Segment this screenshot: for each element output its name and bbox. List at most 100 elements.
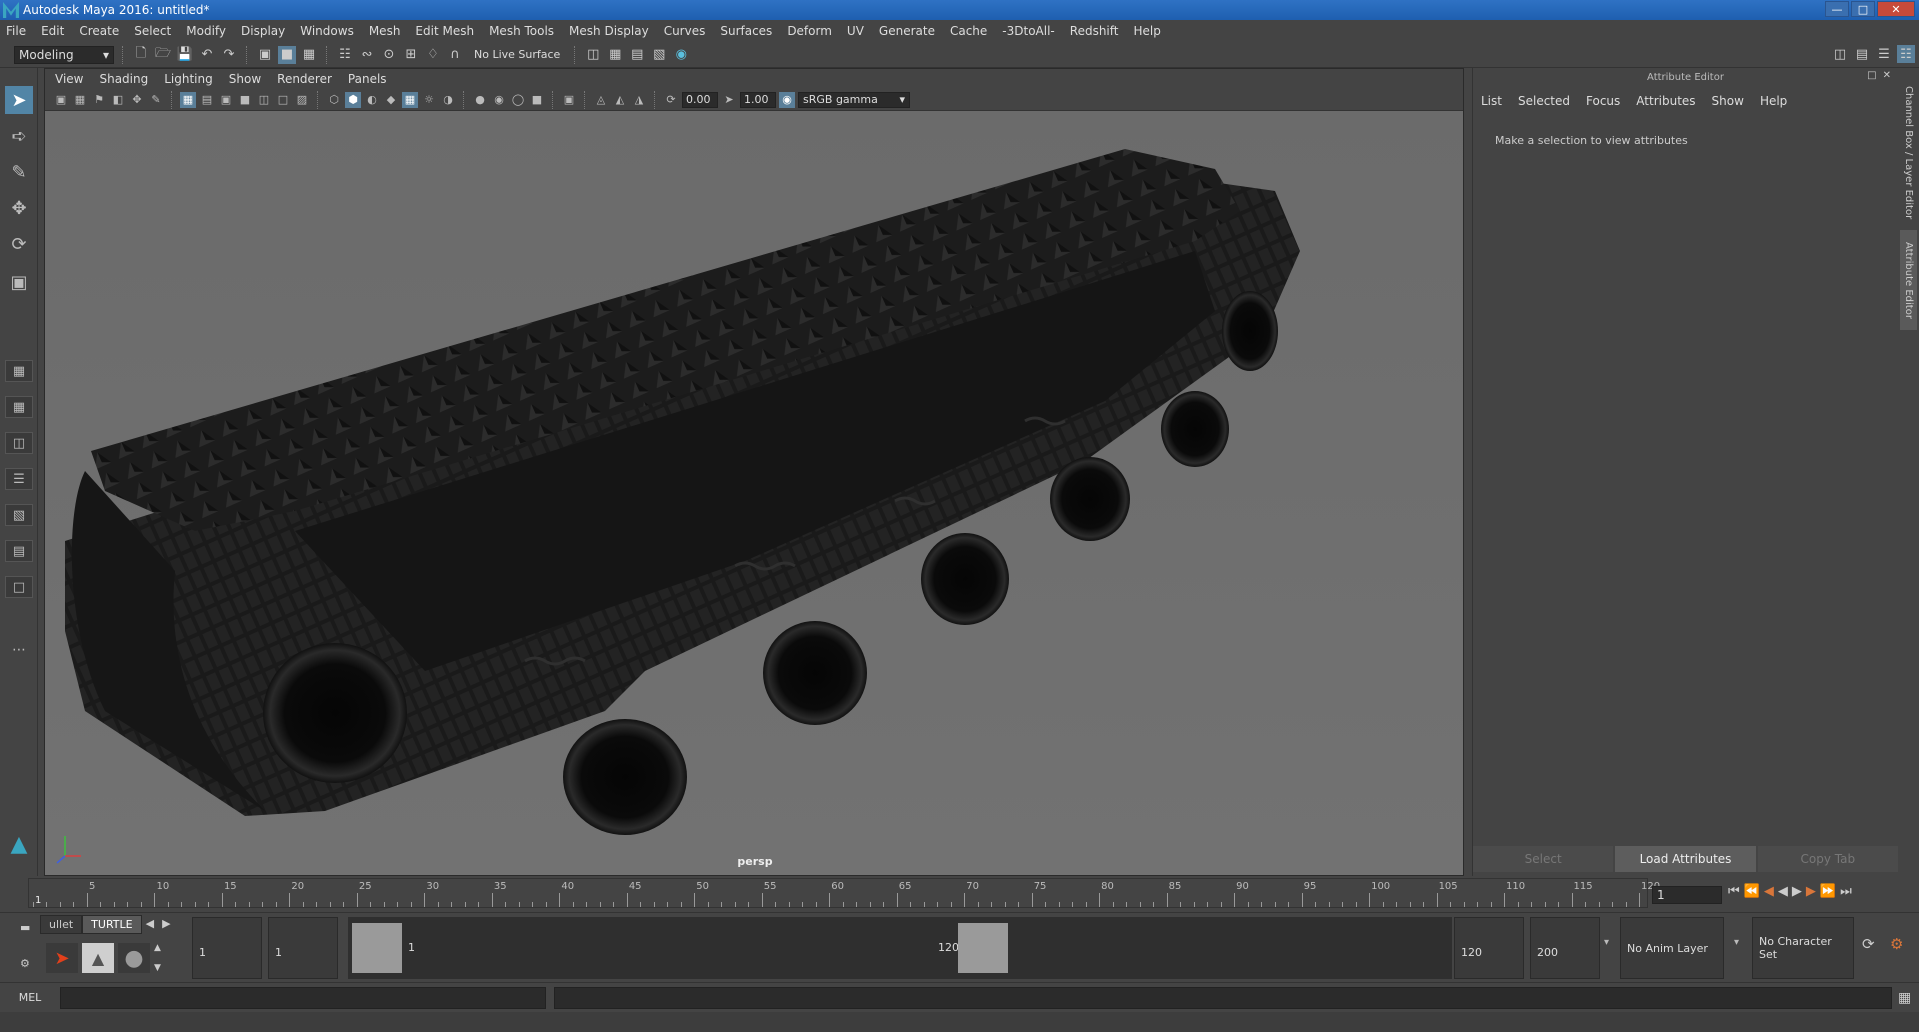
anti-aliasing-icon[interactable]: ◯ <box>510 92 526 108</box>
snap-curve-icon[interactable]: ∾ <box>358 46 376 64</box>
image-plane-icon[interactable]: ◧ <box>110 92 126 108</box>
chevron-down-icon[interactable]: ▾ <box>1734 937 1739 948</box>
turtle-render-icon[interactable]: ➤ <box>46 943 78 973</box>
vp-menu-lighting[interactable]: Lighting <box>164 72 213 86</box>
step-back-frame-icon[interactable]: ◀ <box>1764 884 1774 899</box>
shelf-settings-icon[interactable]: ⚙ <box>20 957 30 970</box>
field-chart-icon[interactable]: ◫ <box>256 92 272 108</box>
modeling-toolkit-icon[interactable]: ◫ <box>1831 45 1849 63</box>
menu-mesh[interactable]: Mesh <box>369 24 401 38</box>
3d-scene[interactable] <box>45 111 1464 876</box>
vp-menu-view[interactable]: View <box>55 72 83 86</box>
load-attributes-button[interactable]: Load Attributes <box>1615 846 1756 872</box>
film-gate-icon[interactable]: ▤ <box>199 92 215 108</box>
outliner-layout-icon[interactable]: □ <box>5 576 33 598</box>
lasso-tool-icon[interactable]: ➪ <box>5 122 33 150</box>
menu-mesh-display[interactable]: Mesh Display <box>569 24 649 38</box>
maximize-button[interactable]: □ <box>1851 1 1875 17</box>
grease-pencil-icon[interactable]: ✎ <box>148 92 164 108</box>
shelf-scroll-up-icon[interactable]: ▲ <box>154 943 164 953</box>
menu-redshift[interactable]: Redshift <box>1070 24 1119 38</box>
gate-mask-icon[interactable]: ■ <box>237 92 253 108</box>
range-start-handle[interactable] <box>352 923 402 973</box>
menu-cache[interactable]: Cache <box>950 24 987 38</box>
close-panel-icon[interactable]: ✕ <box>1883 70 1891 81</box>
safe-title-icon[interactable]: ▨ <box>294 92 310 108</box>
animation-preferences-icon[interactable]: ⚙ <box>1890 935 1903 953</box>
gamma-field[interactable]: 1.00 <box>740 91 776 108</box>
redo-icon[interactable]: ↷ <box>220 46 238 64</box>
shelf-scroll-down-icon[interactable]: ▼ <box>154 963 164 973</box>
animation-start-field[interactable]: 1 <box>192 917 262 979</box>
select-button[interactable]: Select <box>1473 846 1614 872</box>
select-hierarchy-icon[interactable]: ▣ <box>256 46 274 64</box>
2d-pan-zoom-icon[interactable]: ✥ <box>129 92 145 108</box>
channel-box-icon[interactable]: ☷ <box>1897 45 1915 63</box>
use-lights-icon[interactable]: ☼ <box>421 92 437 108</box>
shadows-icon[interactable]: ◑ <box>440 92 456 108</box>
scale-tool-icon[interactable]: ▣ <box>5 268 33 296</box>
copy-tab-button[interactable]: Copy Tab <box>1757 846 1898 872</box>
auto-key-icon[interactable]: ⟳ <box>1862 935 1875 953</box>
turtle-sphere-icon[interactable]: ● <box>118 943 150 973</box>
color-space-dropdown[interactable]: sRGB gamma ▾ <box>798 91 910 108</box>
vp-menu-panels[interactable]: Panels <box>348 72 387 86</box>
anim-layer-dropdown[interactable]: No Anim Layer <box>1620 917 1724 979</box>
persp-graph-layout-icon[interactable]: ☰ <box>5 468 33 490</box>
ae-menu-help[interactable]: Help <box>1760 94 1787 108</box>
textured-icon[interactable]: ▦ <box>402 91 418 108</box>
menu-generate[interactable]: Generate <box>879 24 935 38</box>
snap-surface-icon[interactable]: ♢ <box>424 46 442 64</box>
new-scene-icon[interactable]: 🗋 <box>132 46 150 64</box>
channel-box-tab[interactable]: Channel Box / Layer Editor <box>1900 78 1917 228</box>
color-management-icon[interactable]: ◉ <box>779 91 795 108</box>
close-button[interactable]: ✕ <box>1877 1 1915 17</box>
minimize-button[interactable]: — <box>1825 1 1849 17</box>
grid-toggle-icon[interactable]: ▦ <box>180 91 196 108</box>
safe-action-icon[interactable]: □ <box>275 92 291 108</box>
menu-curves[interactable]: Curves <box>664 24 706 38</box>
vp-menu-shading[interactable]: Shading <box>99 72 148 86</box>
menu-3dtoall[interactable]: -3DtoAll- <box>1002 24 1054 38</box>
gamma-icon[interactable]: ➤ <box>721 92 737 108</box>
timeline-ruler[interactable]: 1 5 10 15 20 25 30 35 40 45 50 55 60 65 70 75 80 85 90 95 10… <box>28 878 1660 908</box>
chevron-down-icon[interactable]: ▾ <box>1604 937 1609 948</box>
turtle-bake-icon[interactable]: ▲ <box>82 943 114 973</box>
snap-grid-icon[interactable]: ☷ <box>336 46 354 64</box>
render-frame-icon[interactable]: ▦ <box>606 46 624 64</box>
live-surface-label[interactable]: No Live Surface <box>468 48 566 61</box>
render-settings-icon[interactable]: ◫ <box>584 46 602 64</box>
wireframe-on-shaded-icon[interactable]: ◆ <box>383 92 399 108</box>
move-tool-icon[interactable]: ✥ <box>5 194 33 222</box>
exposure-field[interactable]: 0.00 <box>682 91 718 108</box>
play-forward-icon[interactable]: ▶ <box>1792 884 1802 899</box>
character-set-dropdown[interactable]: No Character Set <box>1752 917 1854 979</box>
range-slider-track[interactable]: 1 120 <box>348 917 1452 979</box>
menu-file[interactable]: File <box>6 24 26 38</box>
hypershade-layout-icon[interactable]: ▤ <box>5 540 33 562</box>
vp-menu-show[interactable]: Show <box>229 72 261 86</box>
animation-end-field[interactable]: 200 <box>1530 917 1600 979</box>
camera-select-icon[interactable]: ▣ <box>53 92 69 108</box>
undo-icon[interactable]: ↶ <box>198 46 216 64</box>
playback-start-field[interactable]: 1 <box>268 917 338 979</box>
menu-create[interactable]: Create <box>79 24 119 38</box>
step-back-key-icon[interactable]: ⏪ <box>1744 884 1760 899</box>
playback-end-field[interactable]: 120 <box>1454 917 1524 979</box>
ambient-occlusion-icon[interactable]: ● <box>472 92 488 108</box>
four-view-layout-icon[interactable]: ▦ <box>5 396 33 418</box>
xray-icon[interactable]: ◬ <box>593 92 609 108</box>
exposure-icon[interactable]: ⟳ <box>663 92 679 108</box>
xray-active-icon[interactable]: ◭ <box>612 92 628 108</box>
tool-settings-icon[interactable]: ☰ <box>1875 45 1893 63</box>
ae-menu-show[interactable]: Show <box>1712 94 1744 108</box>
menu-edit[interactable]: Edit <box>41 24 64 38</box>
select-object-icon[interactable]: ■ <box>278 45 296 64</box>
ipr-render-icon[interactable]: ▤ <box>628 46 646 64</box>
render-view-icon[interactable]: ▧ <box>650 46 668 64</box>
save-scene-icon[interactable]: 💾 <box>176 46 194 64</box>
vp-menu-renderer[interactable]: Renderer <box>277 72 332 86</box>
script-editor-icon[interactable]: ▦ <box>1898 990 1911 1006</box>
two-view-layout-icon[interactable]: ◫ <box>5 432 33 454</box>
shelf-menu-icon[interactable]: ▬ <box>20 921 30 934</box>
